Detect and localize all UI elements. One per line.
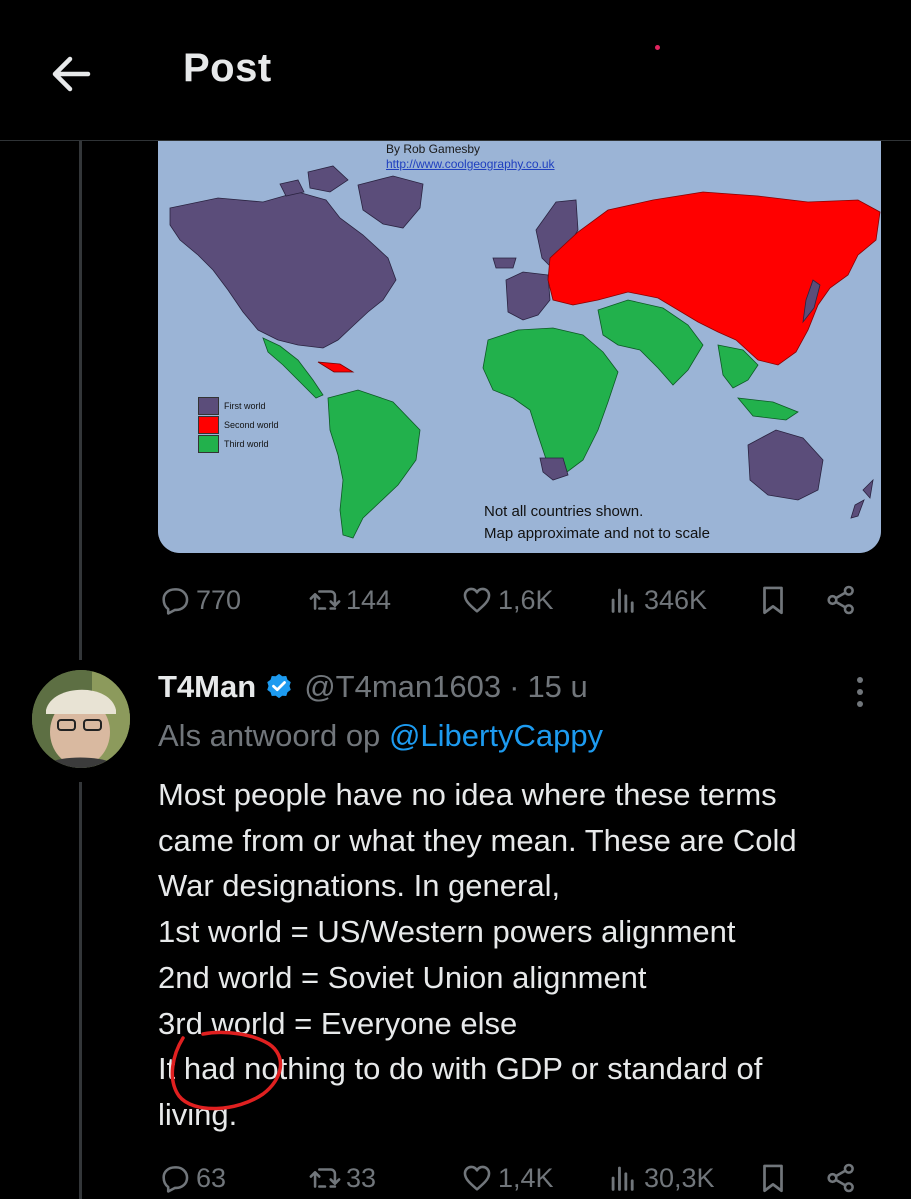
view-count: 346K bbox=[644, 584, 708, 615]
more-options-button[interactable] bbox=[845, 674, 875, 710]
reply-context: Als antwoord op @LibertyCappy bbox=[158, 718, 603, 754]
share-button[interactable] bbox=[824, 580, 858, 620]
map-note-line: Map approximate and not to scale bbox=[484, 525, 710, 542]
views-chart-icon bbox=[611, 1166, 634, 1191]
like-count: 1,4K bbox=[498, 1162, 554, 1193]
bookmark-button[interactable] bbox=[756, 1158, 790, 1198]
map-note: Not all countries shown. Map approximate… bbox=[484, 501, 710, 545]
view-count: 30,3K bbox=[644, 1162, 715, 1193]
page-title: Post bbox=[183, 46, 272, 90]
repost-count: 144 bbox=[346, 584, 392, 615]
reply-count: 770 bbox=[196, 584, 242, 615]
text-line: 2nd world = Soviet Union alignment bbox=[158, 959, 647, 995]
separator: · bbox=[509, 669, 520, 704]
arrow-left-icon bbox=[52, 56, 91, 92]
like-count: 1,6K bbox=[498, 584, 554, 615]
legend-label: Second world bbox=[224, 419, 279, 430]
map-credit-author: By Rob Gamesby bbox=[386, 142, 481, 156]
timestamp[interactable]: 15 u bbox=[527, 669, 587, 705]
text-line: War designations. In general, bbox=[158, 868, 561, 904]
verified-badge-icon bbox=[267, 673, 291, 699]
reply-count: 63 bbox=[196, 1162, 227, 1193]
reply-to-label: Als antwoord op bbox=[158, 718, 381, 753]
repost-count: 33 bbox=[346, 1162, 377, 1193]
post-page: Post By Rob Gamesby http://www.coolgeogr… bbox=[0, 0, 911, 1199]
like-button[interactable]: 1,4K bbox=[460, 1158, 554, 1198]
text-line: 1st world = US/Western powers alignment bbox=[158, 914, 736, 950]
legend-label: Third world bbox=[224, 438, 269, 449]
world-map bbox=[158, 140, 881, 553]
display-name[interactable]: T4Man bbox=[158, 669, 256, 705]
map-note-line: Not all countries shown. bbox=[484, 503, 644, 520]
legend-swatch bbox=[198, 434, 219, 453]
mention-link[interactable]: @LibertyCappy bbox=[389, 718, 603, 753]
repost-button[interactable]: 144 bbox=[308, 580, 391, 620]
views-button[interactable]: 346K bbox=[606, 580, 707, 620]
notification-dot bbox=[655, 45, 660, 50]
legend-swatch bbox=[198, 415, 219, 434]
text-line: Most people have no idea where these ter… bbox=[158, 777, 777, 812]
repost-icon bbox=[309, 590, 341, 610]
back-button[interactable] bbox=[44, 46, 100, 102]
user-handle[interactable]: @T4man1603 bbox=[304, 669, 501, 705]
avatar-photo bbox=[32, 670, 130, 768]
map-legend: First world Second world Third world bbox=[198, 396, 279, 453]
legend-item: Third world bbox=[198, 434, 279, 453]
like-button[interactable]: 1,6K bbox=[460, 580, 554, 620]
post-image-map[interactable]: By Rob Gamesby http://www.coolgeography.… bbox=[158, 140, 881, 553]
reply-action-bar: 63 33 1,4K 30,3K bbox=[158, 1158, 878, 1198]
reply-button[interactable]: 63 bbox=[158, 1158, 226, 1198]
views-button[interactable]: 30,3K bbox=[606, 1158, 715, 1198]
legend-item: Second world bbox=[198, 415, 279, 434]
legend-swatch bbox=[198, 396, 219, 415]
legend-item: First world bbox=[198, 396, 279, 415]
more-vertical-icon bbox=[857, 677, 863, 707]
share-icon bbox=[827, 1163, 854, 1193]
views-chart-icon bbox=[611, 588, 634, 613]
text-line: 3rd world = Everyone else bbox=[158, 1005, 518, 1041]
bookmark-icon bbox=[763, 586, 783, 615]
avatar[interactable] bbox=[32, 670, 130, 768]
map-credit: By Rob Gamesby http://www.coolgeography.… bbox=[386, 142, 555, 172]
comment-icon bbox=[162, 588, 189, 615]
share-button[interactable] bbox=[824, 1158, 858, 1198]
map-credit-link: http://www.coolgeography.co.uk bbox=[386, 157, 555, 171]
post-action-bar: 770 144 1,6K 346K bbox=[158, 580, 878, 620]
repost-icon bbox=[309, 1168, 341, 1188]
reply-button[interactable]: 770 bbox=[158, 580, 241, 620]
legend-label: First world bbox=[224, 400, 266, 411]
comment-icon bbox=[162, 1166, 189, 1193]
text-line: It had nothing to do with GDP or standar… bbox=[158, 1051, 763, 1087]
thread-line bbox=[79, 782, 82, 1199]
share-icon bbox=[827, 585, 854, 615]
text-line: living. bbox=[158, 1096, 238, 1132]
bookmark-icon bbox=[763, 1164, 783, 1193]
reply-header: T4Man @T4man1603 · 15 u bbox=[158, 667, 588, 707]
repost-button[interactable]: 33 bbox=[308, 1158, 376, 1198]
heart-icon bbox=[463, 1165, 491, 1191]
bookmark-button[interactable] bbox=[756, 580, 790, 620]
reply-text: Most people have no idea where these ter… bbox=[158, 772, 888, 1138]
top-bar: Post bbox=[0, 0, 911, 141]
heart-icon bbox=[463, 587, 491, 613]
thread-line bbox=[79, 140, 82, 660]
text-line: came from or what they mean. These are C… bbox=[158, 822, 797, 858]
